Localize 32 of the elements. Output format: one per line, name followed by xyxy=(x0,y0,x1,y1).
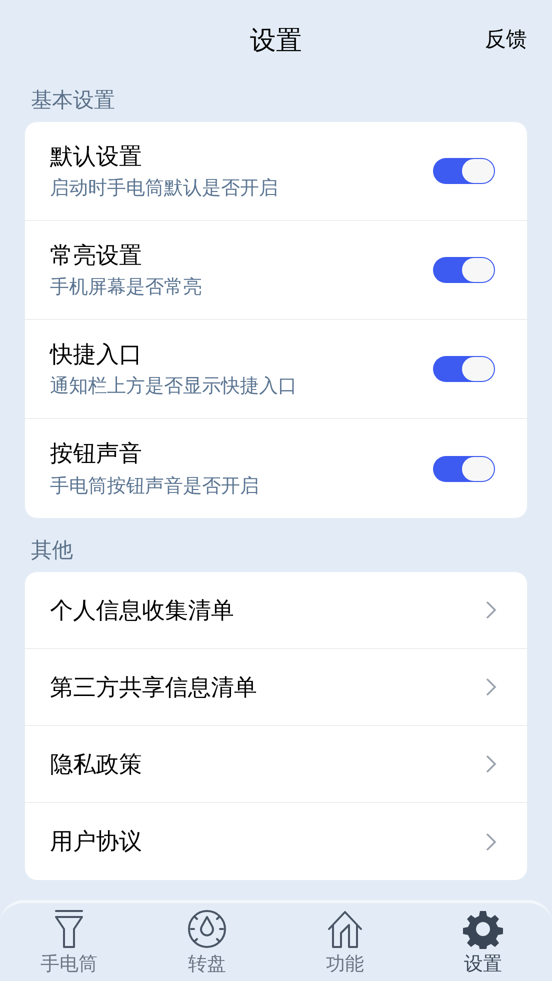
menu-item[interactable]: 隐私政策 xyxy=(25,726,527,803)
setting-label: 常亮设置 xyxy=(50,240,143,270)
setting-label: 快捷入口 xyxy=(50,340,143,368)
toggle-switch[interactable] xyxy=(433,158,495,184)
flashlight-icon xyxy=(52,909,86,949)
home-icon xyxy=(325,909,365,949)
chevron-right-icon xyxy=(485,754,497,774)
tab-item[interactable]: 手电筒 xyxy=(0,903,138,981)
menu-item[interactable]: 第三方共享信息清单 xyxy=(25,649,527,726)
setting-description: 通知栏上方是否显示快捷入口 xyxy=(50,375,297,399)
tab-item[interactable]: 设置 xyxy=(414,903,552,981)
setting-description: 启动时手电筒默认是否开启 xyxy=(50,177,278,201)
menu-item[interactable]: 用户协议 xyxy=(25,803,527,880)
menu-item[interactable]: 个人信息收集清单 xyxy=(25,572,527,649)
page-title: 设置 xyxy=(250,24,302,56)
setting-description: 手机屏幕是否常亮 xyxy=(50,276,202,300)
toggle-switch[interactable] xyxy=(433,456,495,482)
chevron-right-icon xyxy=(485,600,497,620)
tab-item[interactable]: 转盘 xyxy=(138,903,276,981)
section-title: 其他 xyxy=(30,538,74,564)
feedback-button[interactable]: 反馈 xyxy=(485,24,527,56)
setting-description: 手电筒按钮声音是否开启 xyxy=(50,474,259,498)
dial-icon xyxy=(187,909,227,949)
gear-icon xyxy=(463,909,503,949)
tab-item[interactable]: 功能 xyxy=(276,903,414,981)
chevron-right-icon xyxy=(485,832,497,852)
setting-label: 默认设置 xyxy=(50,142,143,170)
toggle-switch[interactable] xyxy=(433,257,495,283)
setting-label: 按钮声音 xyxy=(50,439,143,468)
toggle-switch[interactable] xyxy=(433,356,495,382)
section-title: 基本设置 xyxy=(30,88,116,114)
chevron-right-icon xyxy=(485,677,497,697)
